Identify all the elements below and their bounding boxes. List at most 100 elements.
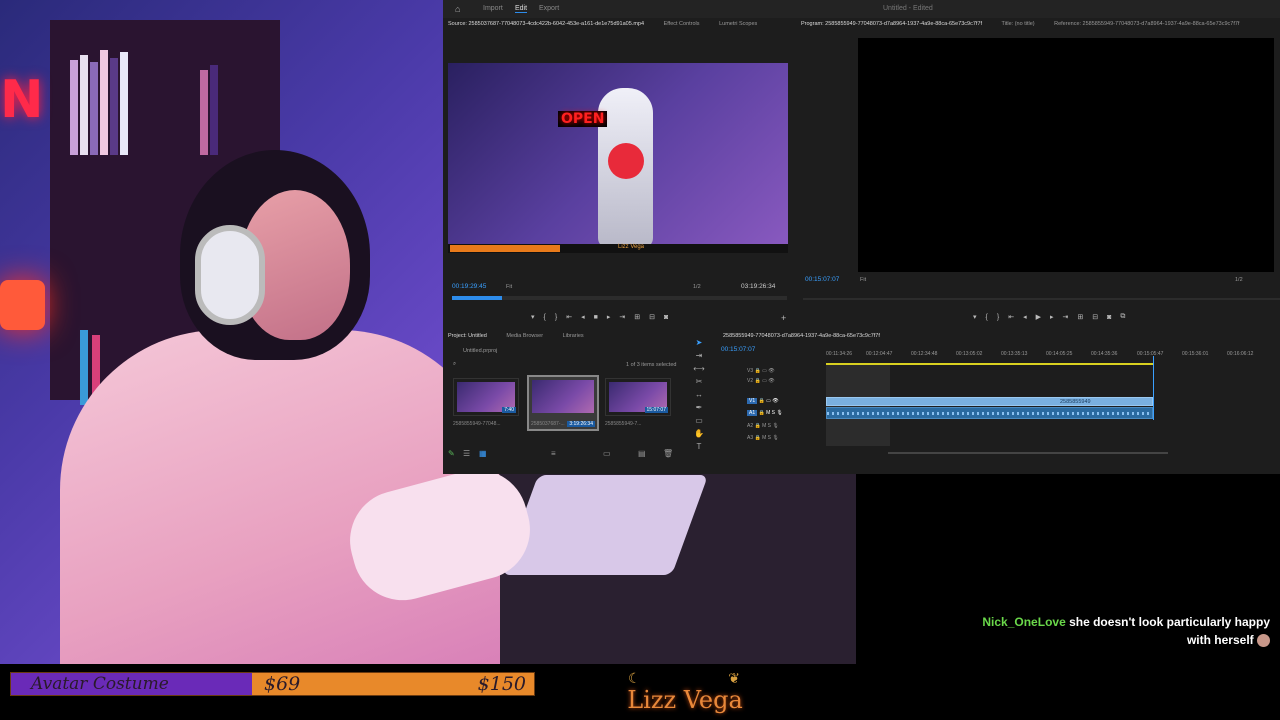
track-a2[interactable]: A2 🔒 M S 🎙 xyxy=(723,423,823,432)
timeline-tab[interactable]: 2585855949-77048073-d7a8964-1937-4a9e-88… xyxy=(723,333,923,345)
tab-media-browser[interactable]: Media Browser xyxy=(506,333,543,339)
book xyxy=(110,58,118,155)
track-v2[interactable]: V2 🔒 ▭ 👁 xyxy=(723,378,823,387)
new-bin-icon[interactable]: ▭ xyxy=(603,449,611,458)
mark-in-icon[interactable]: { xyxy=(986,314,988,321)
home-icon[interactable]: ⌂ xyxy=(455,4,465,14)
mark-out-icon[interactable]: } xyxy=(555,314,557,321)
timeline-ruler[interactable]: 00:11:34:26 00:12:04:47 00:12:34:48 00:1… xyxy=(826,350,1280,362)
tab-source[interactable]: Source: 2585037687-77048073-4cdc422b-604… xyxy=(448,21,644,27)
tab-title[interactable]: Title: (no title) xyxy=(1001,21,1034,27)
ruler-tick: 00:14:35:36 xyxy=(1091,351,1118,357)
step-back-icon[interactable]: ◂ xyxy=(581,313,585,321)
source-fit-select[interactable]: Fit xyxy=(506,284,512,290)
red-balloon xyxy=(608,143,644,179)
camera-icon[interactable]: ◙ xyxy=(664,314,668,321)
source-resolution-select[interactable]: 1/2 xyxy=(693,284,701,290)
selection-tool-icon[interactable]: ➤ xyxy=(693,338,705,351)
tab-edit[interactable]: Edit xyxy=(515,5,528,13)
ruler-tick: 00:11:34:26 xyxy=(826,351,853,357)
insert-icon[interactable]: ⊞ xyxy=(634,313,640,321)
tab-lumetri-scopes[interactable]: Lumetri Scopes xyxy=(719,21,757,27)
timeline-playhead[interactable] xyxy=(1153,356,1154,420)
ripple-edit-icon[interactable]: ⟷ xyxy=(693,364,705,377)
type-tool-icon[interactable]: T xyxy=(693,442,705,455)
donation-goal-bar: Avatar Costume $69 $150 xyxy=(10,672,535,696)
program-fit-select[interactable]: Fit xyxy=(860,277,866,283)
source-timecode[interactable]: 00:19:29:45 xyxy=(452,283,486,290)
go-to-out-icon[interactable]: ⇥ xyxy=(619,313,625,321)
track-a1[interactable]: A1 🔒 M S 🎙 xyxy=(723,410,823,419)
tab-project[interactable]: Project: Untitled xyxy=(448,333,487,339)
program-timecode[interactable]: 00:15:07:07 xyxy=(805,276,839,283)
mark-out-icon[interactable]: } xyxy=(997,314,999,321)
track-a3[interactable]: A3 🔒 M S 🎙 xyxy=(723,435,823,444)
overwrite-icon[interactable]: ⊟ xyxy=(649,313,655,321)
trash-icon[interactable]: 🗑 xyxy=(663,449,673,458)
step-back-icon[interactable]: ◂ xyxy=(1023,313,1027,321)
project-item[interactable]: 15:07:07 xyxy=(605,378,671,416)
program-viewer[interactable] xyxy=(858,38,1274,272)
track-select-icon[interactable]: ⇥ xyxy=(693,351,705,364)
track-v1[interactable]: V1 🔒 ▭ 👁 xyxy=(723,398,823,407)
mark-in-icon[interactable]: { xyxy=(544,314,546,321)
tab-effect-controls[interactable]: Effect Controls xyxy=(664,21,700,27)
razor-icon[interactable]: ✂ xyxy=(693,377,705,390)
track-v3[interactable]: V3 🔒 ▭ 👁 xyxy=(723,368,823,377)
project-search-icon[interactable]: ⌕ xyxy=(453,361,456,368)
list-view-icon[interactable]: ☰ xyxy=(463,449,470,458)
streamer-logo: ☾ ❦ Lizz Vega xyxy=(620,664,750,720)
project-item[interactable]: 7:40 xyxy=(453,378,519,416)
ruler-tick: 00:12:04:47 xyxy=(866,351,893,357)
sort-icon[interactable]: ≡ xyxy=(551,449,556,458)
program-resolution-select[interactable]: 1/2 xyxy=(1235,277,1243,283)
track-label: A2 xyxy=(747,423,754,429)
tab-import[interactable]: Import xyxy=(483,5,503,12)
slip-tool-icon[interactable]: ↔ xyxy=(693,390,705,403)
add-button-icon[interactable]: + xyxy=(781,313,786,323)
source-duration: 03:19:26:34 xyxy=(741,283,776,290)
goal-current: $69 xyxy=(264,673,301,695)
go-to-in-icon[interactable]: ⇤ xyxy=(566,313,572,321)
tools-panel: ➤ ⇥ ⟷ ✂ ↔ ✒ ▭ ✋ T xyxy=(693,338,705,458)
program-scrubber[interactable] xyxy=(803,298,1280,300)
tab-export[interactable]: Export xyxy=(539,5,559,12)
extract-icon[interactable]: ⊟ xyxy=(1092,313,1098,321)
marker-icon[interactable]: ▾ xyxy=(973,313,977,321)
project-panel-tabs: Project: Untitled Media Browser Librarie… xyxy=(448,333,688,345)
pen-tool-icon[interactable]: ✒ xyxy=(693,403,705,416)
book xyxy=(200,70,208,155)
step-forward-icon[interactable]: ▸ xyxy=(607,313,611,321)
stop-icon[interactable]: ■ xyxy=(594,314,598,321)
document-title: Untitled - Edited xyxy=(883,5,933,12)
go-to-out-icon[interactable]: ⇥ xyxy=(1063,313,1069,321)
button-editor-icon[interactable]: ⧉ xyxy=(1120,313,1125,321)
step-forward-icon[interactable]: ▸ xyxy=(1050,313,1054,321)
streamer-name: Lizz Vega xyxy=(627,686,743,714)
sequence-name: 2585855949-77048073-d7a8964-1937-4a9e-88… xyxy=(723,333,880,339)
crescent-moon-icon: ☾ xyxy=(628,670,641,686)
rectangle-tool-icon[interactable]: ▭ xyxy=(693,416,705,429)
source-scrubber[interactable] xyxy=(452,296,787,300)
new-item-icon[interactable]: ▤ xyxy=(638,449,646,458)
timeline-timecode[interactable]: 00:15:07:07 xyxy=(721,346,755,353)
source-viewer[interactable]: OPEN Lizz Vega xyxy=(448,63,788,253)
tab-program[interactable]: Program: 2585855949-77048073-d7a8964-193… xyxy=(801,21,982,27)
work-area-bar[interactable] xyxy=(826,363,1153,365)
tab-reference[interactable]: Reference: 2585855949-77048073-d7a8964-1… xyxy=(1054,21,1239,27)
tab-libraries[interactable]: Libraries xyxy=(563,333,584,339)
ruler-tick: 00:13:35:13 xyxy=(1001,351,1028,357)
go-to-in-icon[interactable]: ⇤ xyxy=(1008,313,1014,321)
camera-icon[interactable]: ◙ xyxy=(1107,314,1111,321)
audio-clip[interactable] xyxy=(826,407,1153,419)
track-label: A3 xyxy=(747,435,754,441)
pencil-icon[interactable]: ✎ xyxy=(448,449,455,458)
book xyxy=(70,60,78,155)
lift-icon[interactable]: ⊞ xyxy=(1077,313,1083,321)
play-icon[interactable]: ▶ xyxy=(1036,313,1041,321)
marker-icon[interactable]: ▾ xyxy=(531,313,535,321)
video-clip[interactable]: 2585855949 xyxy=(826,397,1153,406)
icon-view-icon[interactable]: ▦ xyxy=(479,449,487,458)
hand-tool-icon[interactable]: ✋ xyxy=(693,429,705,442)
timeline-zoom-scroll[interactable] xyxy=(888,452,1168,454)
